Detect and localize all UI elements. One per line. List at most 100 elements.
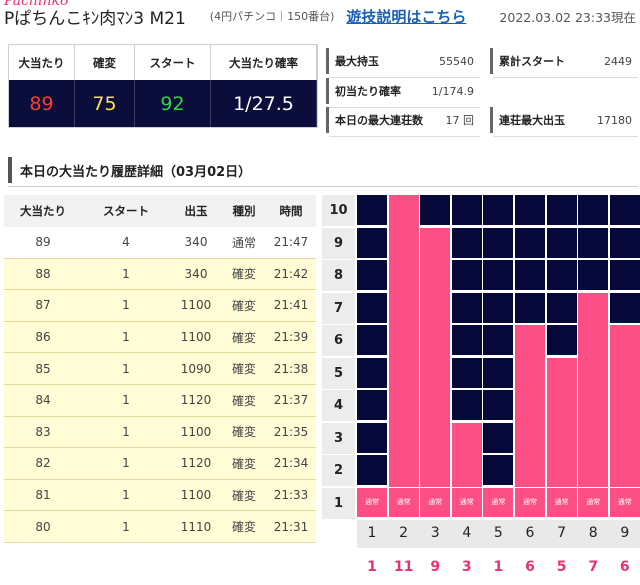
history-cell-start: 1 [122,393,130,408]
history-cell-type: 確変 [231,298,256,313]
chart-grid-cell [451,357,482,388]
chart-bar-segment [609,325,640,358]
chart-bar-segment [420,292,451,325]
chart-bar-segment [388,455,419,487]
history-cell-no: 83 [35,424,51,439]
chart-grid-cell [483,455,514,485]
y-axis-label-9: 9 [322,227,355,259]
summary-header-probability: 大当たり確率 [211,45,317,80]
chart-grid-cell [515,227,545,258]
chart-bar-segment [515,390,545,423]
y-axis-label-3: 3 [322,422,355,454]
chart-bar-segment [578,422,609,455]
x-axis-value: 3 [461,559,472,575]
history-cell-type: 確変 [231,488,256,503]
history-cell-time: 21:31 [273,519,309,534]
chart-grid-cell [451,260,482,290]
history-cell-type: 確変 [231,520,256,535]
x-axis-label: 4 [462,525,472,541]
history-cell-start: 1 [122,456,130,471]
chart-bar-tag: 通常 [451,487,482,517]
chart-grid-cell [515,292,545,323]
stat-value: 55540 [439,54,474,68]
chart-grid-cell [483,357,514,388]
history-header-start: スタート [103,204,149,218]
stat-value: 2449 [604,54,632,68]
chart-grid-cell [483,227,514,258]
chart-bar-tag: 通常 [578,487,609,517]
history-cell-no: 89 [35,235,51,250]
stat-label: 初当たり確率 [335,85,401,98]
chart-bar-segment [420,455,451,487]
stat-value: 17 回 [445,114,475,127]
chart-bar-segment [515,422,545,455]
chart-grid-cell [357,390,387,420]
chart-grid-cell [609,227,640,258]
chart-grid-cell [483,195,514,225]
chart-grid-cell [357,260,387,290]
chart-bar-segment [578,292,609,325]
chart-bar-segment [388,390,419,423]
history-cell-out: 1120 [180,456,212,471]
history-cell-out: 340 [184,235,208,250]
stat-max-streak: 本日の最大連荘数 17 回 [326,107,480,137]
history-cell-time: 21:41 [273,298,309,313]
x-axis-value: 6 [525,559,535,575]
chart-bar-segment [420,260,451,293]
chart-bar-segment [609,455,640,487]
x-axis-value: 5 [556,559,567,575]
history-header-no: 大当たり [20,204,66,218]
x-axis-label: 2 [399,525,409,541]
table-row: 84 1 1120 確変 21:37 [4,384,316,417]
history-cell-start: 1 [122,488,130,503]
x-axis-value: 1 [493,559,504,575]
y-axis-label-7: 7 [322,292,355,324]
chart-grid-cell [546,227,577,258]
history-header-type: 種別 [232,204,256,218]
chart-bar-segment [388,195,419,228]
chart-grid-cell [515,260,545,290]
chart-grid-cell [483,422,514,453]
y-axis-label-10: 10 [322,195,355,226]
chart-grid-cell [451,390,482,420]
chart-bar-segment [609,390,640,423]
chart-grid-cell [483,390,514,420]
chart-bar-segment [420,390,451,423]
chart-bar-tag: 通常 [483,487,514,517]
history-cell-out: 1120 [180,393,212,408]
history-cell-start: 1 [122,330,130,345]
history-header-time: 時間 [279,204,303,218]
chart-grid-cell [609,195,640,225]
history-cell-type: 確変 [231,267,256,282]
x-axis-label: 5 [493,525,503,541]
machine-header: Pぱちんこｷﾝ肉ﾏﾝ3 M21 (4円パチンコ｜150番台) 遊技説明はこちら … [4,5,636,29]
history-cell-no: 86 [35,330,51,345]
chart-bar-segment [420,422,451,455]
chart-bar-segment [578,390,609,423]
rules-link[interactable]: 遊技説明はこちら [346,6,466,27]
history-cell-out: 340 [184,266,208,281]
x-axis-value: 1 [367,559,377,575]
chart-bar-tag: 通常 [388,487,419,517]
y-axis-label-8: 8 [322,260,355,291]
history-cell-out: 1100 [180,330,212,345]
history-cell-type: 確変 [231,456,256,471]
chart-bar-segment [578,325,609,358]
history-cell-start: 1 [122,298,130,313]
chart-grid-cell [515,195,545,225]
history-cell-out: 1110 [180,519,212,534]
history-cell-time: 21:38 [273,361,309,376]
history-cell-no: 87 [35,298,51,313]
history-cell-type: 確変 [231,362,256,377]
history-cell-time: 21:42 [273,266,309,281]
history-cell-time: 21:34 [273,456,309,471]
stat-total-start: 累計スタート 2449 [490,48,638,78]
table-row: 83 1 1100 確変 21:35 [4,416,316,449]
table-row: 87 1 1100 確変 21:41 [4,290,316,322]
history-cell-start: 1 [122,424,130,439]
streak-graph: 10 9 8 7 6 5 4 3 2 1 通常 1 1 通常 2 11 通常 3 9 通常 4 3 通常 5 1 通常 6 6 通常 7 5… [322,195,640,575]
history-cell-no: 84 [35,393,51,408]
chart-bar-segment [546,357,577,390]
x-axis-value: 6 [619,559,630,575]
x-axis-label: 1 [367,525,377,541]
